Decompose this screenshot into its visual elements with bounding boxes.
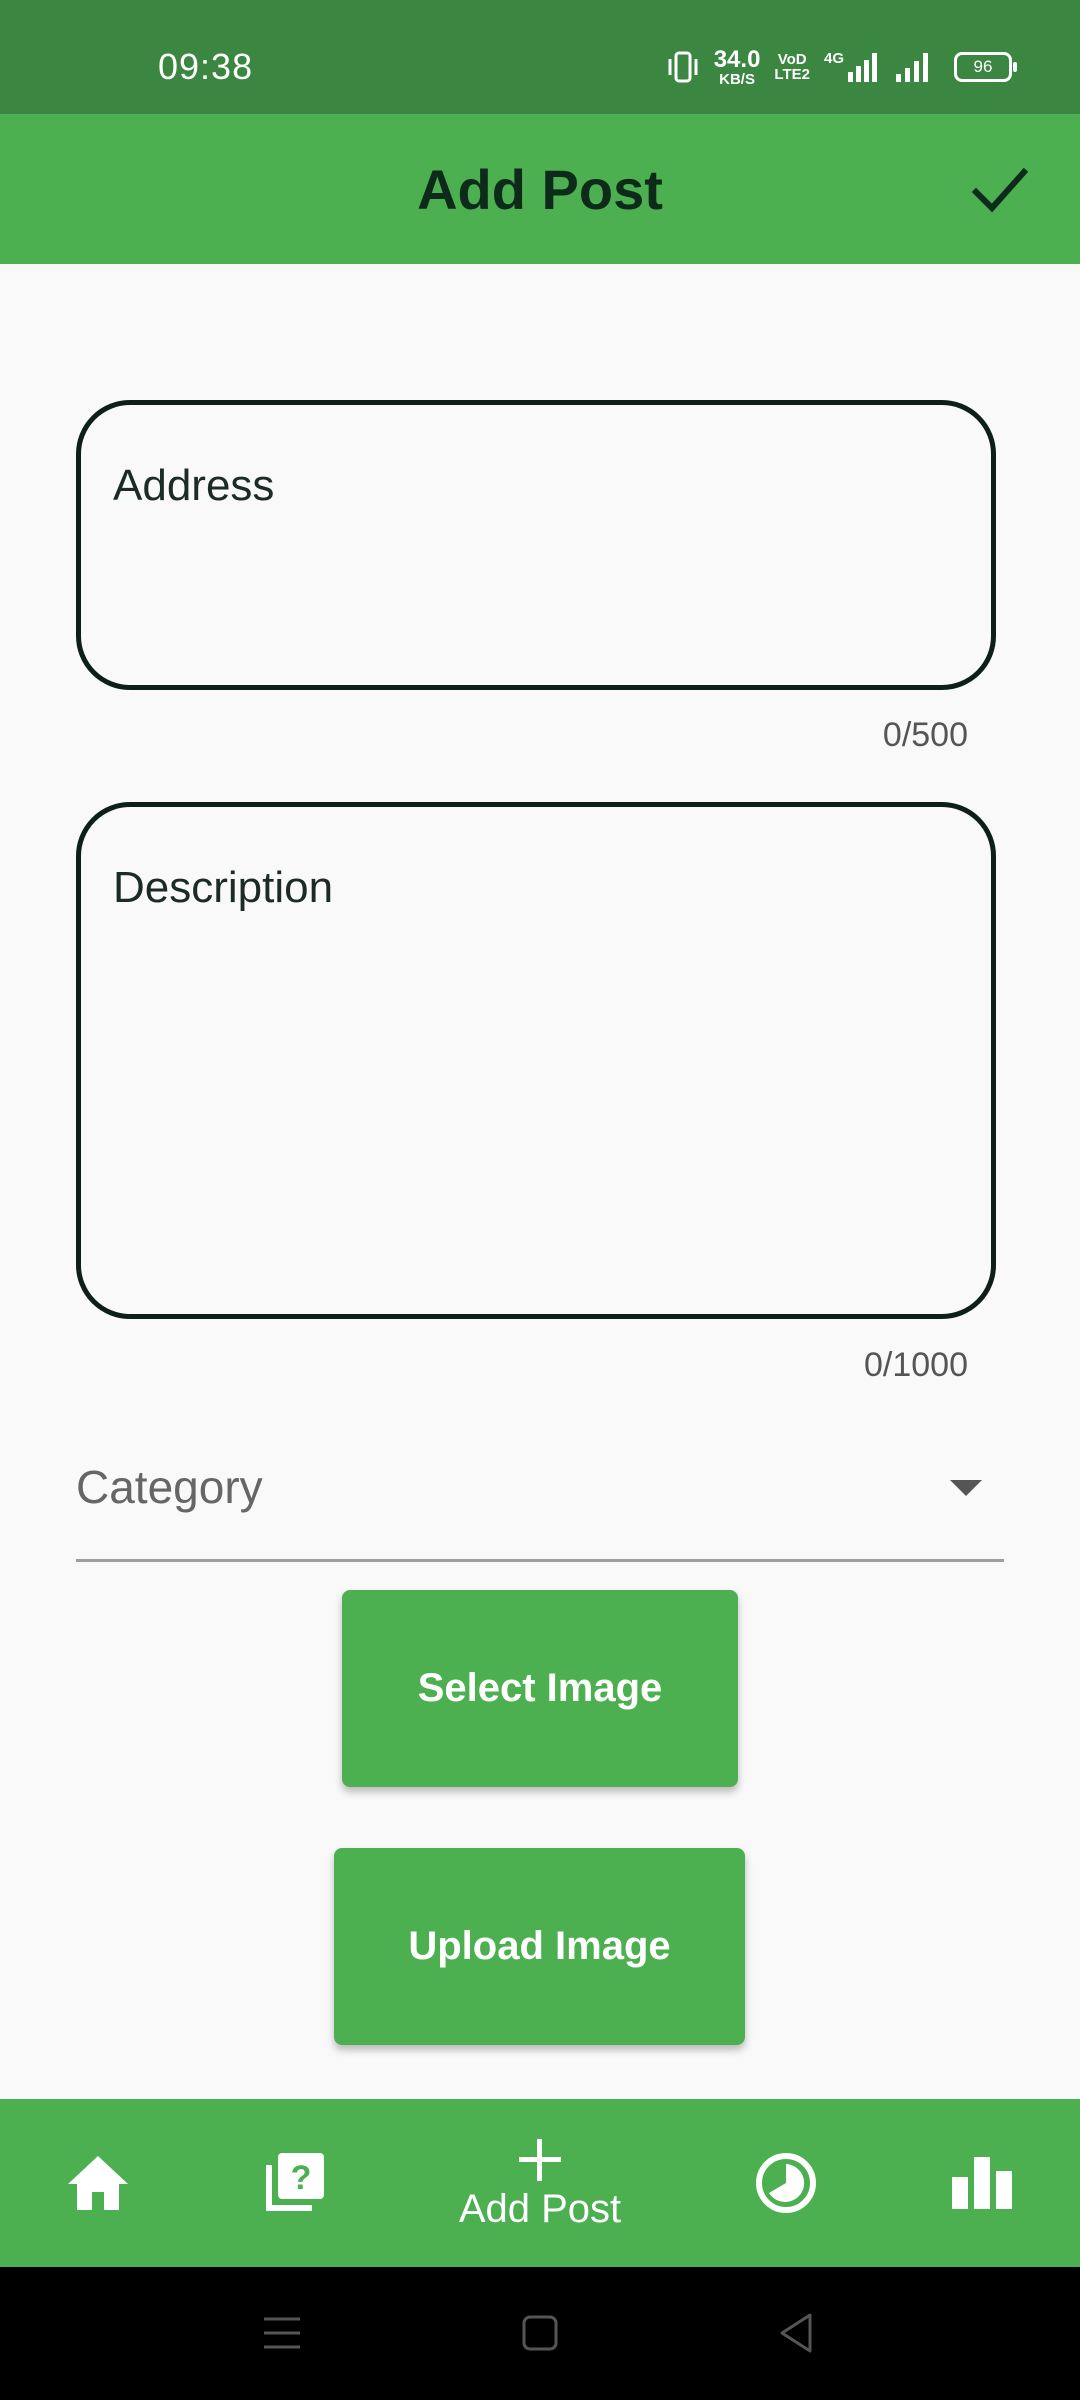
vibrate-icon xyxy=(668,51,698,83)
bar-chart-icon xyxy=(952,2157,1012,2209)
page-title: Add Post xyxy=(417,157,663,221)
select-image-label: Select Image xyxy=(417,1666,663,1710)
home-icon xyxy=(68,2156,128,2210)
address-field[interactable]: Address xyxy=(76,400,996,690)
app-bar: Add Post xyxy=(0,114,1080,264)
status-time: 09:38 xyxy=(158,46,254,87)
address-counter: 0/500 xyxy=(882,716,968,754)
description-counter: 0/1000 xyxy=(864,1346,968,1384)
dropdown-arrow-icon xyxy=(950,1480,982,1496)
category-dropdown[interactable]: Category xyxy=(76,1420,1004,1562)
pie-chart-icon xyxy=(756,2153,816,2213)
volte-bottom: LTE2 xyxy=(774,66,810,83)
question-library-icon: ? xyxy=(266,2153,324,2211)
select-image-button[interactable]: Select Image xyxy=(342,1590,738,1787)
signal-bars-icon xyxy=(848,53,877,82)
signal-1: 4G xyxy=(824,50,880,84)
check-icon[interactable] xyxy=(968,158,1032,222)
bottom-nav: ? Add Post xyxy=(0,2099,1080,2267)
status-icons: 34.0 KB/S VoD LTE2 4G 96 xyxy=(666,42,1017,92)
net-speed: 34.0 KB/S xyxy=(713,45,761,88)
back-icon[interactable] xyxy=(776,2311,816,2355)
add-icon xyxy=(519,2138,561,2181)
nav-item-questions[interactable]: ? xyxy=(234,2099,354,2267)
description-placeholder: Description xyxy=(113,863,334,912)
upload-image-label: Upload Image xyxy=(408,1924,671,1968)
network-type: 4G xyxy=(823,50,844,67)
upload-image-button[interactable]: Upload Image xyxy=(334,1848,745,2045)
battery-icon: 96 xyxy=(954,52,1017,82)
category-label: Category xyxy=(76,1461,263,1513)
battery-level: 96 xyxy=(973,57,993,76)
nav-label-add-post: Add Post xyxy=(458,2186,622,2231)
svg-text:?: ? xyxy=(291,2159,312,2197)
nav-item-home[interactable] xyxy=(38,2099,158,2267)
net-speed-value: 34.0 xyxy=(713,45,761,73)
volte-indicator: VoD LTE2 xyxy=(774,52,810,82)
nav-item-charts[interactable] xyxy=(922,2099,1042,2267)
volte-top: VoD xyxy=(777,51,807,68)
system-nav-bar xyxy=(0,2267,1080,2400)
status-bar: 09:38 34.0 KB/S VoD LTE2 4G 96 xyxy=(0,0,1080,114)
nav-item-stats[interactable] xyxy=(726,2099,846,2267)
menu-icon[interactable] xyxy=(262,2313,302,2353)
signal-bars-icon-2 xyxy=(896,53,928,82)
address-placeholder: Address xyxy=(113,461,275,510)
home-square-icon[interactable] xyxy=(520,2313,560,2353)
nav-item-add-post[interactable]: Add Post xyxy=(420,2099,660,2267)
net-speed-unit: KB/S xyxy=(719,70,755,88)
description-field[interactable]: Description xyxy=(76,802,996,1319)
